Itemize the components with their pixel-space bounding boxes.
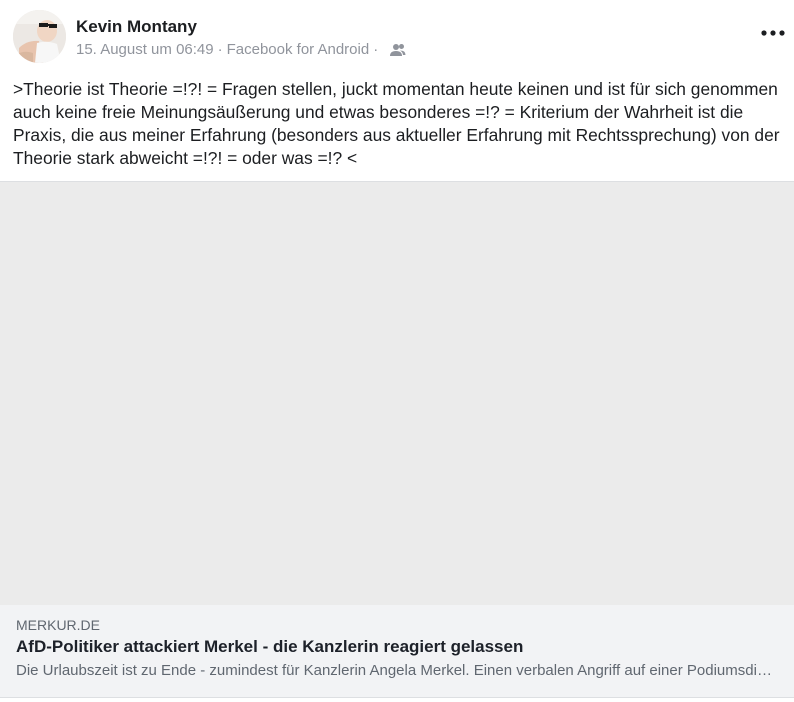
meta-separator: · [373, 41, 379, 58]
post-meta: 15. August um 06:49 · Facebook for Andro… [76, 41, 406, 58]
link-image[interactable] [0, 182, 794, 605]
link-info[interactable]: MERKUR.DE AfD-Politiker attackiert Merke… [0, 605, 794, 697]
post-text: >Theorie ist Theorie =!?! = Fragen stell… [13, 79, 785, 168]
avatar[interactable] [13, 10, 66, 63]
post-source: Facebook for Android [226, 41, 370, 58]
ellipsis-icon [761, 30, 785, 36]
link-preview[interactable]: MERKUR.DE AfD-Politiker attackiert Merke… [0, 181, 794, 698]
profile-photo [13, 10, 66, 63]
link-title[interactable]: AfD-Politiker attackiert Merkel - die Ka… [16, 637, 523, 657]
post-timestamp[interactable]: 15. August um 06:49 [76, 41, 214, 58]
post-card: Kevin Montany 15. August um 06:49 · Face… [0, 0, 794, 702]
more-options-button[interactable] [756, 22, 790, 44]
link-description: Die Urlaubszeit ist zu Ende - zumindest … [16, 662, 778, 679]
author-name[interactable]: Kevin Montany [76, 17, 197, 37]
link-domain: MERKUR.DE [16, 617, 101, 633]
meta-separator: · [217, 41, 223, 58]
friends-icon[interactable] [390, 43, 406, 57]
